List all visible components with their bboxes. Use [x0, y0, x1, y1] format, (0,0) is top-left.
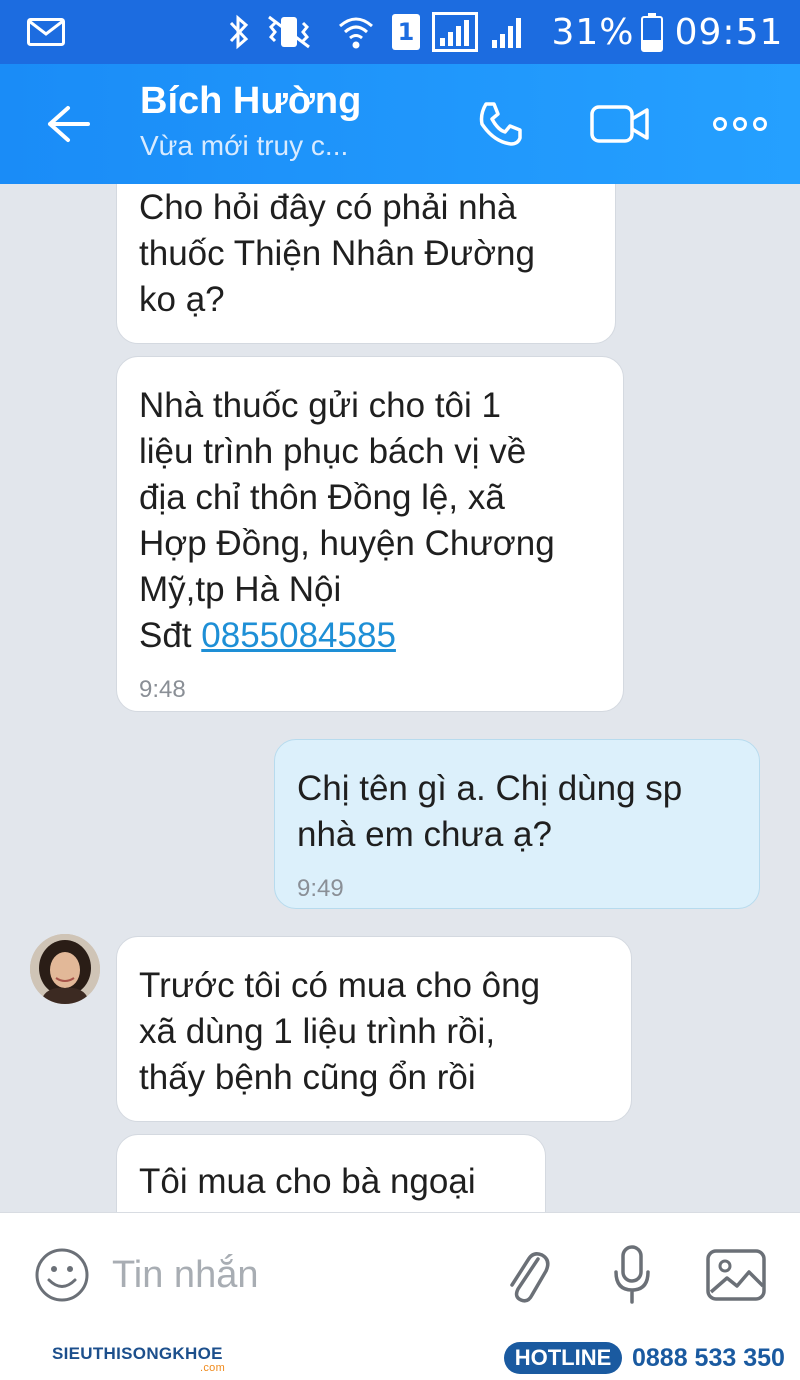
message-text: Nhà thuốc gửi cho tôi 1 liệu trình phục …: [139, 383, 601, 659]
sim-icon: 1: [390, 0, 422, 64]
message-time: 9:49: [297, 875, 344, 902]
video-call-icon: [590, 105, 649, 143]
gallery-button[interactable]: [704, 1243, 768, 1307]
message-text-body: Nhà thuốc gửi cho tôi 1 liệu trình phục …: [139, 386, 555, 655]
message-time: 9:48: [139, 676, 186, 703]
video-call-button[interactable]: [588, 92, 652, 156]
message-list[interactable]: Cho hỏi đây có phải nhà thuốc Thiện Nhân…: [0, 184, 800, 1212]
clock: 09:51: [674, 11, 784, 53]
message-input-bar: [0, 1212, 800, 1334]
back-button[interactable]: [38, 94, 98, 154]
contact-name[interactable]: Bích Hường: [140, 80, 361, 123]
phone-icon: [479, 102, 522, 146]
sim-indicator: 1: [392, 14, 420, 50]
contact-status: Vừa mới truy c...: [140, 130, 349, 161]
battery-icon: [636, 0, 668, 64]
watermark-logo-domain: .com: [200, 1362, 226, 1374]
avatar[interactable]: [30, 934, 100, 1004]
phone-number-link[interactable]: 0855084585: [201, 616, 396, 655]
message-text: Cho hỏi đây có phải nhà thuốc Thiện Nhân…: [139, 188, 535, 319]
message-text: Trước tôi có mua cho ông xã dùng 1 liệu …: [139, 966, 541, 1097]
message-bubble[interactable]: Cho hỏi đây có phải nhà thuốc Thiện Nhân…: [116, 184, 616, 344]
mail-icon: [22, 0, 70, 64]
attach-button[interactable]: [496, 1243, 560, 1307]
message-input[interactable]: [112, 1243, 472, 1307]
call-button[interactable]: [468, 92, 532, 156]
emoji-button[interactable]: [30, 1243, 94, 1307]
attach-icon: [510, 1252, 550, 1303]
status-bar: 1 31% 09:51: [0, 0, 800, 64]
watermark-banner: SIEUTHISONGKHOE .com HOTLINE 0888 533 35…: [0, 1334, 800, 1380]
message-text: Tôi mua cho bà ngoại: [139, 1162, 476, 1201]
message-bubble[interactable]: Trước tôi có mua cho ông xã dùng 1 liệu …: [116, 936, 632, 1122]
signal-icon: [488, 0, 528, 64]
battery-percent: 31%: [551, 11, 635, 53]
watermark-logo-text: SIEUTHISONGKHOE: [52, 1344, 223, 1363]
message-bubble[interactable]: Nhà thuốc gửi cho tôi 1 liệu trình phục …: [116, 356, 624, 712]
vibrate-icon: [262, 0, 316, 64]
signal-icon: [430, 0, 480, 64]
hotline-badge: HOTLINE: [504, 1342, 622, 1374]
wifi-icon: [334, 0, 378, 64]
bluetooth-icon: [222, 0, 256, 64]
more-options-button[interactable]: [708, 92, 772, 156]
emoji-icon: [35, 1248, 89, 1302]
image-icon: [706, 1249, 766, 1301]
watermark-logo: SIEUTHISONGKHOE .com: [52, 1344, 225, 1374]
hotline-number: 0888 533 350: [632, 1344, 785, 1372]
message-text: Chị tên gì a. Chị dùng sp nhà em chưa ạ?: [297, 769, 683, 854]
my-message-bubble[interactable]: Chị tên gì a. Chị dùng sp nhà em chưa ạ?…: [274, 739, 760, 909]
more-icon: [713, 117, 767, 131]
voice-button[interactable]: [600, 1243, 664, 1307]
message-bubble[interactable]: Tôi mua cho bà ngoại: [116, 1134, 546, 1212]
microphone-icon: [614, 1245, 650, 1304]
back-arrow-icon: [48, 106, 90, 142]
chat-header: Bích Hường Vừa mới truy c...: [0, 64, 800, 184]
